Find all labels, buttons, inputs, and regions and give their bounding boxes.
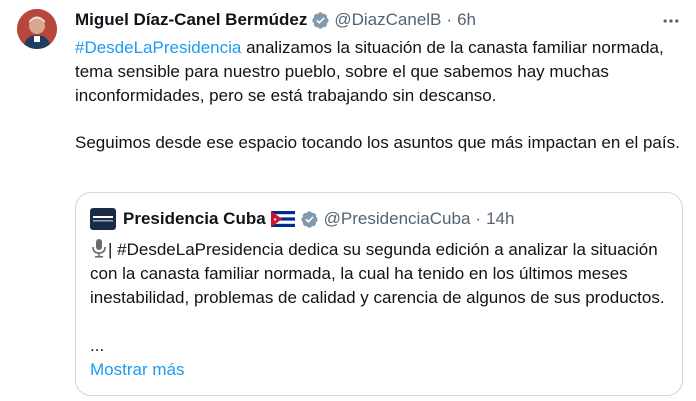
microphone-icon	[90, 238, 108, 258]
separator-dot: ·	[446, 10, 453, 29]
tweet-paragraph-1: #DesdeLaPresidencia analizamos la situac…	[75, 36, 685, 108]
more-horizontal-icon[interactable]	[660, 10, 682, 32]
separator-dot: ·	[475, 209, 482, 228]
quoted-timestamp[interactable]: 14h	[486, 209, 514, 229]
quoted-text-content: | #DesdeLaPresidencia dedica su segunda …	[90, 240, 665, 307]
quoted-author-name[interactable]: Presidencia Cuba	[123, 209, 266, 229]
verified-badge-icon	[300, 210, 319, 229]
tweet-paragraph-2: Seguimos desde ese espacio tocando los a…	[75, 133, 680, 152]
verified-badge-icon	[311, 11, 330, 30]
cuba-flag-icon	[270, 211, 295, 227]
quoted-tweet-header: Presidencia Cuba @PresidenciaCuba · 14h	[90, 207, 514, 231]
tweet-header: Miguel Díaz-Canel Bermúdez @DiazCanelB ·…	[75, 9, 476, 31]
avatar-image	[17, 9, 57, 49]
tweet-text: #DesdeLaPresidencia analizamos la situac…	[75, 36, 685, 155]
author-handle[interactable]: @DiazCanelB	[334, 10, 441, 30]
presidencia-logo[interactable]	[90, 208, 116, 230]
truncation-ellipsis: ...	[90, 336, 105, 355]
quoted-tweet[interactable]: Presidencia Cuba @PresidenciaCuba · 14h	[75, 192, 683, 396]
avatar[interactable]	[17, 9, 57, 49]
author-name[interactable]: Miguel Díaz-Canel Bermúdez	[75, 10, 307, 30]
quoted-author-handle[interactable]: @PresidenciaCuba	[324, 209, 471, 229]
show-more-link[interactable]: Mostrar más	[90, 360, 184, 380]
quoted-tweet-text: | #DesdeLaPresidencia dedica su segunda …	[90, 238, 670, 310]
timestamp[interactable]: 6h	[457, 10, 476, 30]
hashtag-link[interactable]: #DesdeLaPresidencia	[75, 38, 241, 57]
